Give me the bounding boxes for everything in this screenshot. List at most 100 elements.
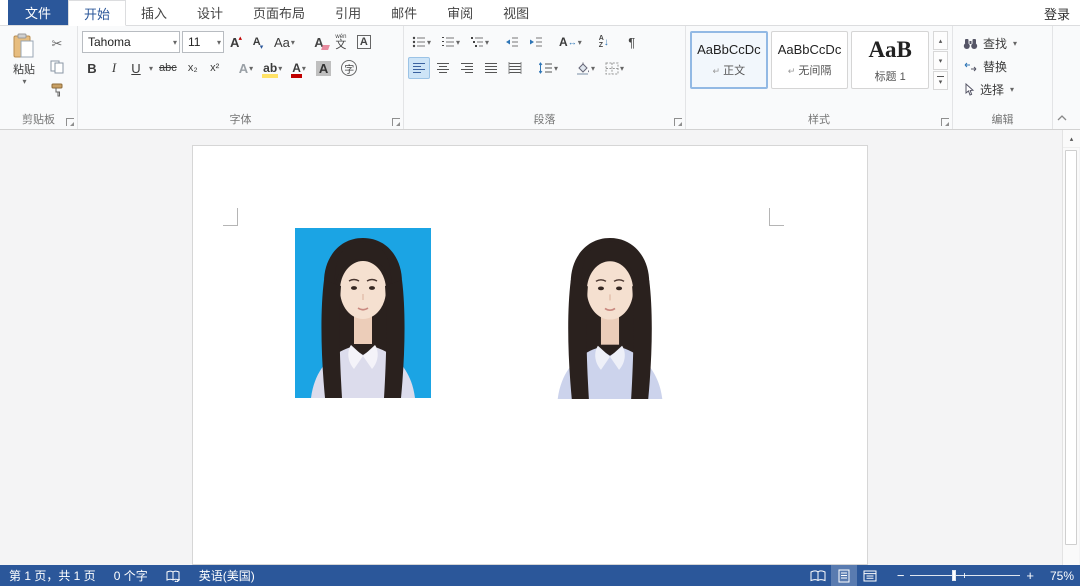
clear-formatting-icon: A [314,35,323,50]
dropdown-icon: ▾ [578,38,582,47]
style-heading-1[interactable]: AaB 标题 1 [851,31,929,89]
show-hide-marks-button[interactable]: ¶ [622,31,642,53]
print-layout-button[interactable] [831,565,857,586]
italic-button[interactable]: I [104,57,124,79]
shrink-font-button[interactable]: A ▾ [248,31,268,53]
paragraph-dialog-launcher[interactable] [674,118,682,126]
scroll-up-button[interactable]: ▴ [1063,130,1080,148]
tab-mailings[interactable]: 邮件 [376,0,432,25]
group-clipboard: 粘贴 ▾ ✂ [0,26,78,129]
justify-button[interactable] [480,57,502,79]
superscript-button[interactable]: x² [205,57,225,79]
change-case-button[interactable]: Aa ▾ [270,31,299,53]
increase-indent-button[interactable] [525,31,547,53]
id-photo-blue-background[interactable] [295,228,431,398]
id-photo-white-background[interactable] [529,228,691,399]
word-count-label: 0 个字 [114,567,148,584]
distribute-button[interactable] [504,57,526,79]
styles-more-button[interactable]: ▾ [933,71,948,90]
sort-button[interactable]: A Z ↓ [594,31,614,53]
margin-crop-mark-left [223,208,238,226]
paste-button[interactable]: 粘贴 ▾ [4,31,44,111]
asian-layout-button[interactable]: A ↔ ▾ [555,31,586,53]
proofing-status[interactable] [157,565,190,586]
zoom-in-button[interactable]: + [1026,568,1034,583]
character-border-button[interactable]: A [353,31,375,53]
find-button[interactable]: 查找 ▾ [963,33,1048,54]
shading-button[interactable]: ▾ [571,57,599,79]
grow-font-button[interactable]: A ▴ [226,31,246,53]
align-right-button[interactable] [456,57,478,79]
tab-file[interactable]: 文件 [8,0,68,25]
group-editing: 查找 ▾ 替换 选择 ▾ 编辑 [953,26,1053,129]
sign-in-button[interactable]: 登录 [1044,0,1070,26]
select-button[interactable]: 选择 ▾ [963,79,1048,100]
numbering-button[interactable]: ▾ [437,31,464,53]
language-label: 英语(美国) [199,567,255,584]
zoom-level-label[interactable]: 75% [1040,569,1074,583]
zoom-slider-center-tick [964,573,965,578]
clipboard-dialog-launcher[interactable] [66,118,74,126]
zoom-slider-thumb[interactable] [952,570,956,581]
font-dialog-launcher[interactable] [392,118,400,126]
styles-dialog-launcher[interactable] [941,118,949,126]
margin-crop-mark-right [769,208,784,226]
vertical-scrollbar[interactable]: ▴ [1062,130,1079,565]
character-shading-button[interactable]: A [312,57,335,79]
borders-button[interactable]: ▾ [601,57,628,79]
tab-page-layout[interactable]: 页面布局 [238,0,320,25]
strikethrough-button[interactable]: abc [155,57,181,79]
tab-review[interactable]: 审阅 [432,0,488,25]
text-effects-button[interactable]: A ▾ [235,57,257,79]
font-name-combo[interactable]: Tahoma ▾ [82,31,180,53]
cursor-arrow-icon [963,83,975,96]
tab-view[interactable]: 视图 [488,0,544,25]
dropdown-icon[interactable]: ▾ [149,64,153,73]
phonetic-guide-button[interactable]: wén 文 [331,31,351,53]
page-number-indicator[interactable]: 第 1 页，共 1 页 [0,565,105,586]
enclose-characters-button[interactable]: 字 [337,57,361,79]
format-painter-button[interactable] [46,80,68,100]
more-arrow-icon: ▾ [939,78,943,86]
binoculars-icon [963,38,978,50]
word-count-indicator[interactable]: 0 个字 [105,565,157,586]
replace-button[interactable]: 替换 [963,56,1048,77]
scrollbar-thumb[interactable] [1065,150,1077,545]
align-left-button[interactable] [408,57,430,79]
underline-button[interactable]: U [126,57,146,79]
tab-design[interactable]: 设计 [182,0,238,25]
zoom-slider[interactable] [910,565,1020,586]
font-size-value: 11 [188,35,216,49]
multilevel-list-button[interactable]: ▾ [466,31,493,53]
style-no-spacing[interactable]: AaBbCcDc ↵ 无间隔 [771,31,849,89]
align-center-button[interactable] [432,57,454,79]
font-color-button[interactable]: A ▾ [288,57,310,79]
read-mode-button[interactable] [805,565,831,586]
scissors-icon: ✂ [52,36,63,52]
document-page[interactable] [192,145,868,565]
tab-references[interactable]: 引用 [320,0,376,25]
cut-button[interactable]: ✂ [46,34,68,54]
styles-scroll-up-button[interactable]: ▴ [933,31,948,50]
tab-insert[interactable]: 插入 [126,0,182,25]
decrease-indent-button[interactable] [501,31,523,53]
line-spacing-button[interactable]: ▾ [535,57,562,79]
dropdown-icon: ▾ [554,64,558,73]
copy-button[interactable] [46,57,68,77]
highlight-color-button[interactable]: ab ▾ [259,57,286,79]
align-right-icon [460,62,474,74]
language-indicator[interactable]: 英语(美国) [190,565,264,586]
bullets-button[interactable]: ▾ [408,31,435,53]
font-size-combo[interactable]: 11 ▾ [182,31,224,53]
subscript-button[interactable]: x₂ [183,57,203,79]
web-layout-button[interactable] [857,565,883,586]
format-painter-icon [50,83,64,97]
dropdown-icon: ▾ [485,38,489,47]
clear-formatting-button[interactable]: A [309,31,329,53]
zoom-out-button[interactable]: − [897,568,905,583]
style-normal[interactable]: AaBbCcDc ↵ 正文 [690,31,768,89]
styles-scroll-down-button[interactable]: ▾ [933,51,948,70]
bold-button[interactable]: B [82,57,102,79]
tab-home[interactable]: 开始 [68,0,126,26]
collapse-ribbon-button[interactable] [1054,111,1070,125]
